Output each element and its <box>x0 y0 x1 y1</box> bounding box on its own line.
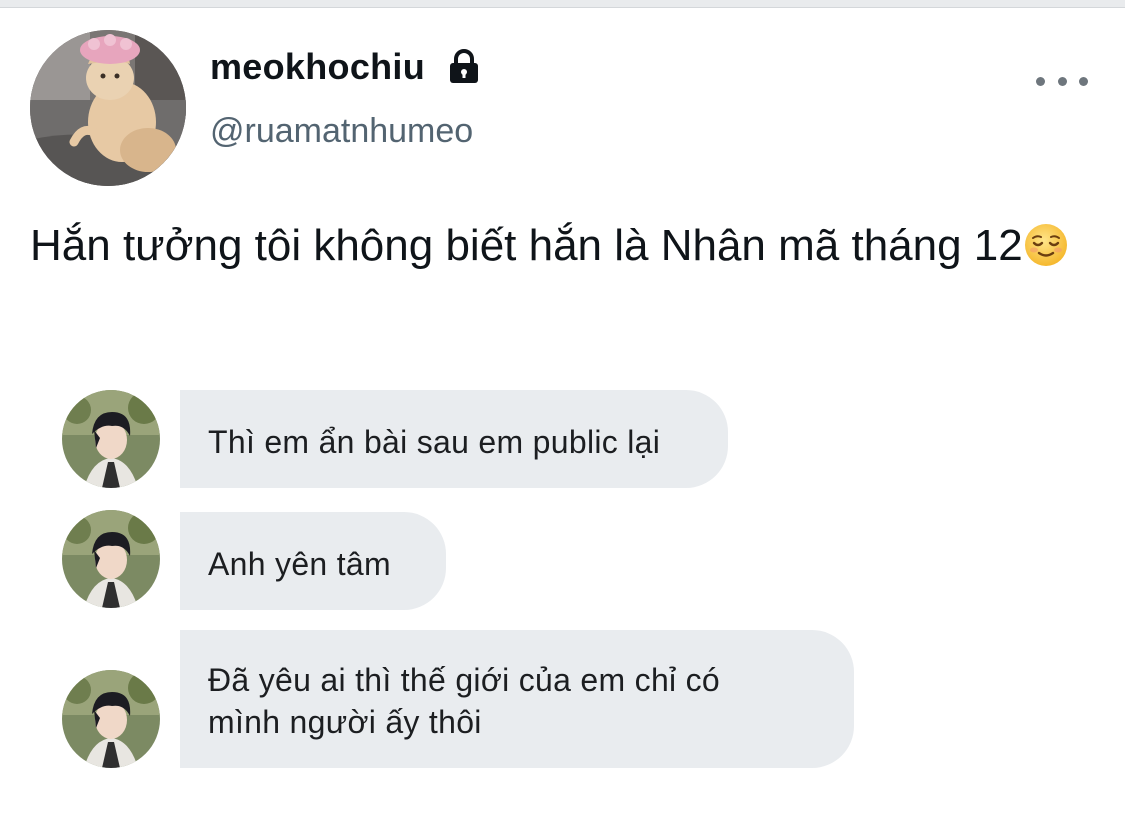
message-text-line2: mình người ấy thôi <box>208 704 482 740</box>
dot <box>1079 76 1088 86</box>
person-avatar-icon <box>62 390 160 488</box>
profile-avatar[interactable] <box>30 30 186 186</box>
sender-avatar[interactable] <box>62 670 160 768</box>
message-text-line1: Đã yêu ai thì thế giới của em chỉ có <box>208 662 721 698</box>
message-text: Thì em ẩn bài sau em public lại <box>208 424 661 460</box>
cat-avatar-icon <box>30 30 186 186</box>
message-text: Anh yên tâm <box>208 546 391 582</box>
dot <box>1036 76 1045 86</box>
person-avatar-icon <box>62 670 160 768</box>
tweet-text: Hắn tưởng tôi không biết hắn là Nhân mã … <box>30 212 1100 280</box>
message-bubble[interactable]: Đã yêu ai thì thế giới của em chỉ có mìn… <box>180 630 854 768</box>
top-divider <box>0 0 1125 8</box>
message-bubble[interactable]: Thì em ẩn bài sau em public lại <box>180 390 728 488</box>
sender-avatar[interactable] <box>62 510 160 608</box>
lock-icon <box>450 49 478 83</box>
tweet-body: Hắn tưởng tôi không biết hắn là Nhân mã … <box>30 221 1023 270</box>
person-avatar-icon <box>62 510 160 608</box>
more-options-icon[interactable] <box>1036 68 1088 94</box>
message-bubble[interactable]: Anh yên tâm <box>180 512 446 610</box>
display-name[interactable]: meokhochiu <box>210 46 425 88</box>
user-handle[interactable]: @ruamatnhumeo <box>210 112 473 151</box>
dot <box>1057 76 1067 86</box>
relieved-face-emoji <box>1024 224 1067 266</box>
sender-avatar[interactable] <box>62 390 160 488</box>
